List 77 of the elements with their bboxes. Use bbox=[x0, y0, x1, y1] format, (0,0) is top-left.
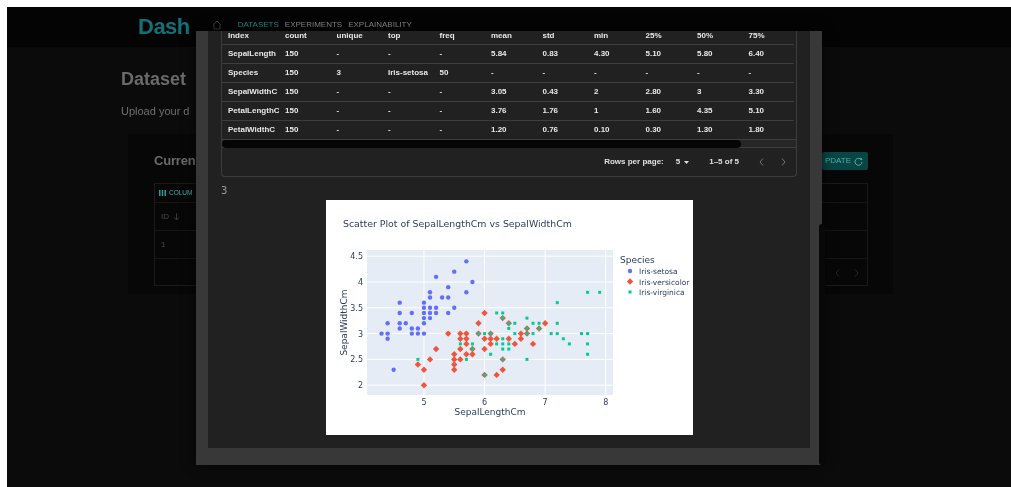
table-cell: - bbox=[330, 101, 382, 120]
table-cell: PetalLengthC bbox=[222, 101, 279, 120]
table-cell: - bbox=[330, 44, 382, 63]
tick-label: 8 bbox=[602, 398, 608, 407]
table-cell: 1 bbox=[588, 101, 640, 120]
table-cell: SepalWidthC bbox=[222, 82, 279, 101]
logo: Dash bbox=[138, 16, 190, 38]
table-cell: - bbox=[485, 63, 537, 82]
column-header: mean bbox=[485, 31, 537, 44]
column-header: 25% bbox=[639, 31, 691, 44]
table-cell: - bbox=[433, 82, 485, 101]
table-cell: 1.60 bbox=[639, 101, 691, 120]
table-cell: 5.80 bbox=[691, 44, 743, 63]
table-cell: - bbox=[330, 82, 382, 101]
table-cell: 1 bbox=[161, 238, 166, 251]
tick-label: 2.5 bbox=[349, 355, 363, 365]
table-cell: 3.05 bbox=[485, 82, 537, 101]
y-axis-label: SepalWidthCm bbox=[338, 289, 349, 356]
tick-label: 6 bbox=[481, 398, 487, 407]
table-cell: 3.30 bbox=[742, 82, 794, 101]
table-cell: SepalLength bbox=[222, 44, 279, 63]
x-axis-label: SepalLengthCm bbox=[453, 407, 526, 417]
table-cell: 0.43 bbox=[536, 82, 588, 101]
table-cell: - bbox=[691, 63, 743, 82]
output-label: 3 bbox=[221, 185, 229, 197]
column-header: 50% bbox=[691, 31, 743, 44]
table-cell: Iris-setosa bbox=[382, 63, 434, 82]
chart-title: Scatter Plot of SepalLengthCm vs SepalWidthCm bbox=[342, 218, 572, 229]
column-header: std bbox=[536, 31, 588, 44]
column-header: count bbox=[279, 31, 331, 44]
table-cell: 1.76 bbox=[536, 101, 588, 120]
table-cell: 2.80 bbox=[639, 82, 691, 101]
column-header: 75% bbox=[742, 31, 794, 44]
table-cell: 5.10 bbox=[742, 101, 794, 120]
column-header: unique bbox=[330, 31, 382, 44]
table-cell: 150 bbox=[279, 44, 331, 63]
table-cell: - bbox=[639, 63, 691, 82]
tick-label: 4 bbox=[357, 278, 363, 287]
legend-title: Species bbox=[619, 255, 655, 265]
table-cell: 4.30 bbox=[588, 44, 640, 63]
rows-per-page-label: Rows per page: bbox=[604, 156, 664, 168]
column-header: top bbox=[382, 31, 434, 44]
table-cell: 0.83 bbox=[536, 44, 588, 63]
table-cell: 150 bbox=[279, 82, 331, 101]
table-cell: 5.10 bbox=[639, 44, 691, 63]
page-heading: Dataset bbox=[121, 68, 187, 91]
page-subtitle: Upload your d bbox=[121, 104, 190, 119]
table-cell: - bbox=[382, 101, 434, 120]
table-cell: - bbox=[742, 63, 794, 82]
tick-label: 2 bbox=[357, 381, 363, 391]
column-header: freq bbox=[433, 31, 485, 44]
table-cell: 3 bbox=[330, 63, 382, 82]
column-header: Index bbox=[222, 31, 279, 44]
table-cell: 3 bbox=[691, 82, 743, 101]
tick-label: 7 bbox=[542, 398, 548, 407]
table-cell: - bbox=[588, 63, 640, 82]
table-cell: - bbox=[382, 44, 434, 63]
table-cell: 6.40 bbox=[742, 44, 794, 63]
table-cell: 150 bbox=[279, 63, 331, 82]
table-cell: 3.76 bbox=[485, 101, 537, 120]
tick-label: 5 bbox=[420, 398, 426, 407]
table-cell: - bbox=[433, 44, 485, 63]
tick-label: 3.5 bbox=[349, 303, 363, 313]
table-cell: - bbox=[382, 82, 434, 101]
table-cell: 50 bbox=[433, 63, 485, 82]
table-cell: 150 bbox=[279, 101, 331, 120]
table-cell: - bbox=[433, 101, 485, 120]
table-cell: - bbox=[536, 63, 588, 82]
tick-label: 4.5 bbox=[349, 252, 363, 262]
page-range: 1–5 of 5 bbox=[709, 156, 739, 168]
table-cell: 2 bbox=[588, 82, 640, 101]
tick-label: 3 bbox=[357, 329, 363, 339]
table-cell: 5.84 bbox=[485, 44, 537, 63]
table-cell: Species bbox=[222, 63, 279, 82]
column-header: min bbox=[588, 31, 640, 44]
card-title: Curren bbox=[154, 152, 196, 170]
table-cell: 4.35 bbox=[691, 101, 743, 120]
